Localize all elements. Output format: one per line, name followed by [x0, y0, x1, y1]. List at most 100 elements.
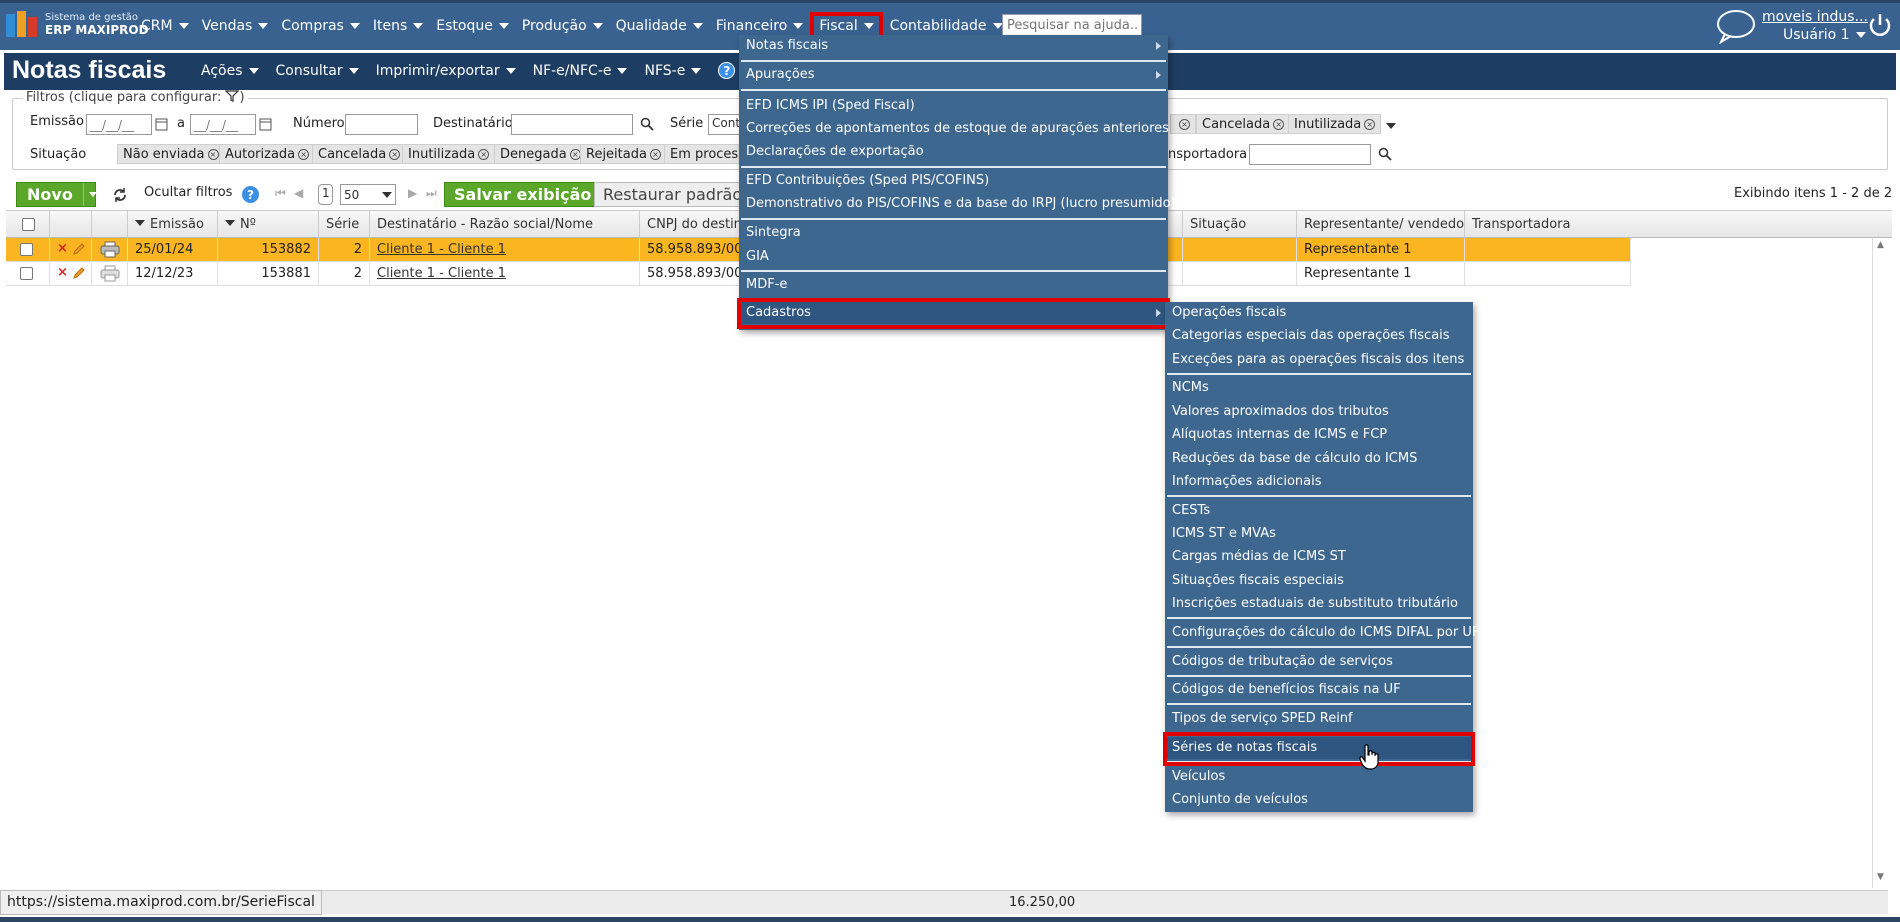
- save-view-button[interactable]: Salvar exibição: [444, 182, 602, 207]
- remove-chip-icon[interactable]: ×: [389, 148, 401, 160]
- menu-item-categorias-especiais[interactable]: Categorias especiais das operações fisca…: [1165, 325, 1473, 347]
- chip-cancelada[interactable]: Cancelada ×: [312, 144, 407, 164]
- remove-chip-icon[interactable]: ×: [1364, 118, 1376, 130]
- menu-item-series-notas-fiscais[interactable]: Séries de notas fiscais: [1165, 737, 1473, 759]
- menu-item-declaracoes-exportacao[interactable]: Declarações de exportação: [739, 141, 1168, 163]
- nav-producao[interactable]: Produção: [522, 18, 603, 34]
- power-icon[interactable]: [1867, 12, 1893, 40]
- chip-rejeitada[interactable]: Rejeitada ×: [580, 144, 667, 164]
- last-page-icon[interactable]: ⏭: [426, 186, 437, 201]
- edit-pencil-icon[interactable]: [72, 242, 86, 256]
- nav-qualidade[interactable]: Qualidade: [616, 18, 703, 34]
- chip-inutilizada-top[interactable]: Inutilizada ×: [1288, 114, 1382, 134]
- chip-autorizada[interactable]: Autorizada ×: [219, 144, 316, 164]
- scroll-down-icon[interactable]: ▼: [1877, 872, 1884, 882]
- chip-em-processamento[interactable]: Em process: [664, 144, 750, 164]
- new-button[interactable]: Novo: [16, 182, 97, 207]
- page-size-select[interactable]: 50: [340, 184, 396, 205]
- help-icon[interactable]: ?: [241, 185, 260, 204]
- chevron-down-icon[interactable]: [1386, 123, 1396, 129]
- menu-item-operacoes-fiscais[interactable]: Operações fiscais: [1165, 302, 1473, 324]
- emissao-end-input[interactable]: [190, 114, 256, 135]
- nav-vendas[interactable]: Vendas: [202, 18, 269, 34]
- remove-chip-icon[interactable]: ×: [207, 148, 219, 160]
- header-select-all[interactable]: [6, 211, 50, 239]
- remove-chip-icon[interactable]: ×: [649, 148, 661, 160]
- menu-item-veiculos[interactable]: Veículos: [1165, 766, 1473, 788]
- menu-item-gia[interactable]: GIA: [739, 246, 1168, 268]
- row-checkbox[interactable]: [20, 243, 33, 256]
- menu-item-situacoes-fiscais[interactable]: Situações fiscais especiais: [1165, 570, 1473, 592]
- chip-denegada[interactable]: Denegada ×: [494, 144, 587, 164]
- chip-inutilizada[interactable]: Inutilizada ×: [402, 144, 496, 164]
- remove-chip-icon[interactable]: ×: [1179, 118, 1190, 130]
- menu-item-aliquotas-internas[interactable]: Alíquotas internas de ICMS e FCP: [1165, 424, 1473, 446]
- restore-default-button[interactable]: Restaurar padrão: [594, 182, 752, 207]
- search-icon[interactable]: [1378, 147, 1392, 161]
- menu-item-tipos-servico-reinf[interactable]: Tipos de serviço SPED Reinf: [1165, 708, 1473, 730]
- chat-bubble-icon[interactable]: [1715, 8, 1757, 44]
- help-search-input[interactable]: [1002, 14, 1142, 36]
- chip-cancelada-top[interactable]: Cancelada ×: [1196, 114, 1291, 134]
- edit-pencil-icon[interactable]: [72, 266, 86, 280]
- menu-item-reducoes-base[interactable]: Reduções da base de cálculo do ICMS: [1165, 448, 1473, 470]
- chip-situacao-top[interactable]: ×: [1170, 114, 1196, 134]
- header-transportadora[interactable]: Transportadora: [1465, 211, 1875, 239]
- menu-item-sintegra[interactable]: Sintegra: [739, 222, 1168, 244]
- nav-estoque[interactable]: Estoque: [436, 18, 509, 34]
- transportadora-input[interactable]: [1249, 144, 1371, 165]
- nav-fiscal[interactable]: Fiscal: [810, 12, 883, 40]
- header-representante[interactable]: Representante/ vendedor: [1297, 211, 1465, 239]
- scroll-up-icon[interactable]: ▲: [1877, 240, 1884, 250]
- first-page-icon[interactable]: ⏮: [275, 186, 286, 201]
- logo[interactable]: Sistema de gestão ERP MAXIPROD: [6, 11, 149, 37]
- menu-item-inscricoes-estaduais[interactable]: Inscrições estaduais de substituto tribu…: [1165, 593, 1473, 615]
- menu-item-correcoes-apontamentos[interactable]: Correções de apontamentos de estoque de …: [739, 118, 1169, 140]
- search-icon[interactable]: [640, 117, 654, 131]
- header-numero[interactable]: Nº: [218, 211, 319, 239]
- header-destinatario[interactable]: Destinatário - Razão social/Nome: [370, 211, 640, 239]
- menu-item-efd-icms-ipi[interactable]: EFD ICMS IPI (Sped Fiscal): [739, 95, 1168, 117]
- next-page-icon[interactable]: ▶: [408, 186, 417, 200]
- menu-item-efd-contribuicoes[interactable]: EFD Contribuições (Sped PIS/COFINS): [739, 170, 1168, 192]
- row-checkbox[interactable]: [20, 267, 33, 280]
- menu-item-demonstrativo-pis-cofins[interactable]: Demonstrativo do PIS/COFINS e da base do…: [739, 193, 1176, 215]
- destinatario-link[interactable]: Cliente 1 - Cliente 1: [377, 266, 506, 281]
- header-emissao[interactable]: Emissão: [128, 211, 218, 239]
- remove-chip-icon[interactable]: ×: [298, 148, 310, 160]
- filters-legend[interactable]: Filtros (clique para configurar: ): [23, 90, 248, 105]
- nav-itens[interactable]: Itens: [373, 18, 424, 34]
- user-menu[interactable]: Usuário 1: [1783, 27, 1866, 43]
- menu-acoes[interactable]: Ações: [201, 62, 259, 79]
- header-situacao[interactable]: Situação: [1183, 211, 1297, 239]
- chip-nao-enviada[interactable]: Não enviada ×: [117, 144, 225, 164]
- delete-icon[interactable]: ×: [57, 241, 68, 256]
- numero-input[interactable]: [345, 114, 418, 135]
- page-number-input[interactable]: 1: [318, 184, 333, 205]
- calendar-icon[interactable]: [155, 117, 168, 131]
- menu-nfse[interactable]: NFS-e: [644, 62, 702, 79]
- nav-compras[interactable]: Compras: [281, 18, 360, 34]
- menu-item-excecoes-operacoes[interactable]: Exceções para as operações fiscais dos i…: [1165, 349, 1473, 371]
- menu-nfe-nfce[interactable]: NF-e/NFC-e: [533, 62, 628, 79]
- header-serie[interactable]: Série: [319, 211, 370, 239]
- menu-item-codigos-beneficios[interactable]: Códigos de benefícios fiscais na UF: [1165, 679, 1473, 701]
- menu-item-informacoes-adicionais[interactable]: Informações adicionais: [1165, 471, 1473, 493]
- menu-item-icms-st-mvas[interactable]: ICMS ST e MVAs: [1165, 523, 1473, 545]
- menu-item-valores-aproximados[interactable]: Valores aproximados dos tributos: [1165, 401, 1473, 423]
- calendar-icon[interactable]: [259, 117, 272, 131]
- nav-contabilidade[interactable]: Contabilidade: [890, 18, 1003, 34]
- menu-item-conjunto-veiculos[interactable]: Conjunto de veículos: [1165, 789, 1473, 811]
- menu-item-cadastros[interactable]: Cadastros: [739, 302, 1168, 324]
- menu-imprimir-exportar[interactable]: Imprimir/exportar: [376, 62, 516, 79]
- menu-item-mdfe[interactable]: MDF-e: [739, 274, 1168, 296]
- menu-item-notas-fiscais[interactable]: Notas fiscais: [739, 35, 1168, 57]
- destinatario-input[interactable]: [511, 114, 633, 135]
- refresh-icon[interactable]: [112, 187, 128, 203]
- menu-item-codigos-tributacao[interactable]: Códigos de tributação de serviços: [1165, 651, 1473, 673]
- remove-chip-icon[interactable]: ×: [1273, 118, 1285, 130]
- destinatario-link[interactable]: Cliente 1 - Cliente 1: [377, 242, 506, 257]
- menu-item-cests[interactable]: CESTs: [1165, 500, 1473, 522]
- menu-item-configuracoes-difal[interactable]: Configurações do cálculo do ICMS DIFAL p…: [1165, 622, 1479, 644]
- vertical-scrollbar[interactable]: ▲ ▼: [1872, 238, 1890, 888]
